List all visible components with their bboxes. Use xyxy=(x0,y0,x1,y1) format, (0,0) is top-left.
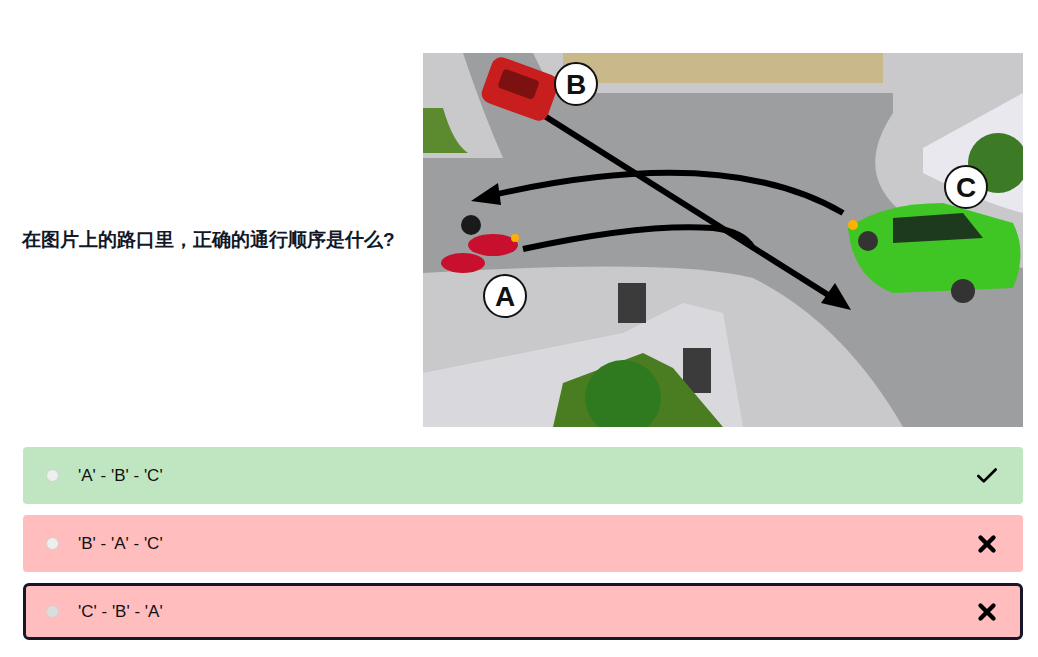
vehicle-marker: B xyxy=(555,63,597,105)
answer-text: 'C' - 'B' - 'A' xyxy=(78,602,974,622)
answer-option[interactable]: 'C' - 'B' - 'A' xyxy=(23,583,1023,640)
answer-text: 'A' - 'B' - 'C' xyxy=(78,466,974,486)
check-icon xyxy=(974,462,1002,490)
quiz-page: 在图片上的路口里，正确的通行顺序是什么? A B C 'A' - 'B' - 'C' 'B… xyxy=(0,0,1038,657)
question-text: 在图片上的路口里，正确的通行顺序是什么? xyxy=(22,227,411,254)
svg-text:B: B xyxy=(566,69,586,100)
motorcycle-icon xyxy=(441,215,519,273)
question-row: 在图片上的路口里，正确的通行顺序是什么? A B C xyxy=(22,53,1023,427)
radio-button[interactable] xyxy=(46,605,59,618)
answer-option[interactable]: 'A' - 'B' - 'C' xyxy=(23,447,1023,504)
vehicle-marker: C xyxy=(945,166,987,208)
svg-text:C: C xyxy=(956,172,976,203)
answer-text: 'B' - 'A' - 'C' xyxy=(78,534,974,554)
answer-option[interactable]: 'B' - 'A' - 'C' xyxy=(23,515,1023,572)
cross-icon xyxy=(974,530,1002,558)
cross-icon xyxy=(974,598,1002,626)
answer-list: 'A' - 'B' - 'C' 'B' - 'A' - 'C' 'C' - 'B' … xyxy=(23,447,1023,640)
vehicle-marker: A xyxy=(484,275,526,317)
radio-button[interactable] xyxy=(46,469,59,482)
green-car-icon xyxy=(848,203,1021,303)
red-car-icon xyxy=(479,54,561,123)
intersection-image: A B C xyxy=(423,53,1023,427)
radio-button[interactable] xyxy=(46,537,59,550)
svg-text:A: A xyxy=(495,281,515,312)
